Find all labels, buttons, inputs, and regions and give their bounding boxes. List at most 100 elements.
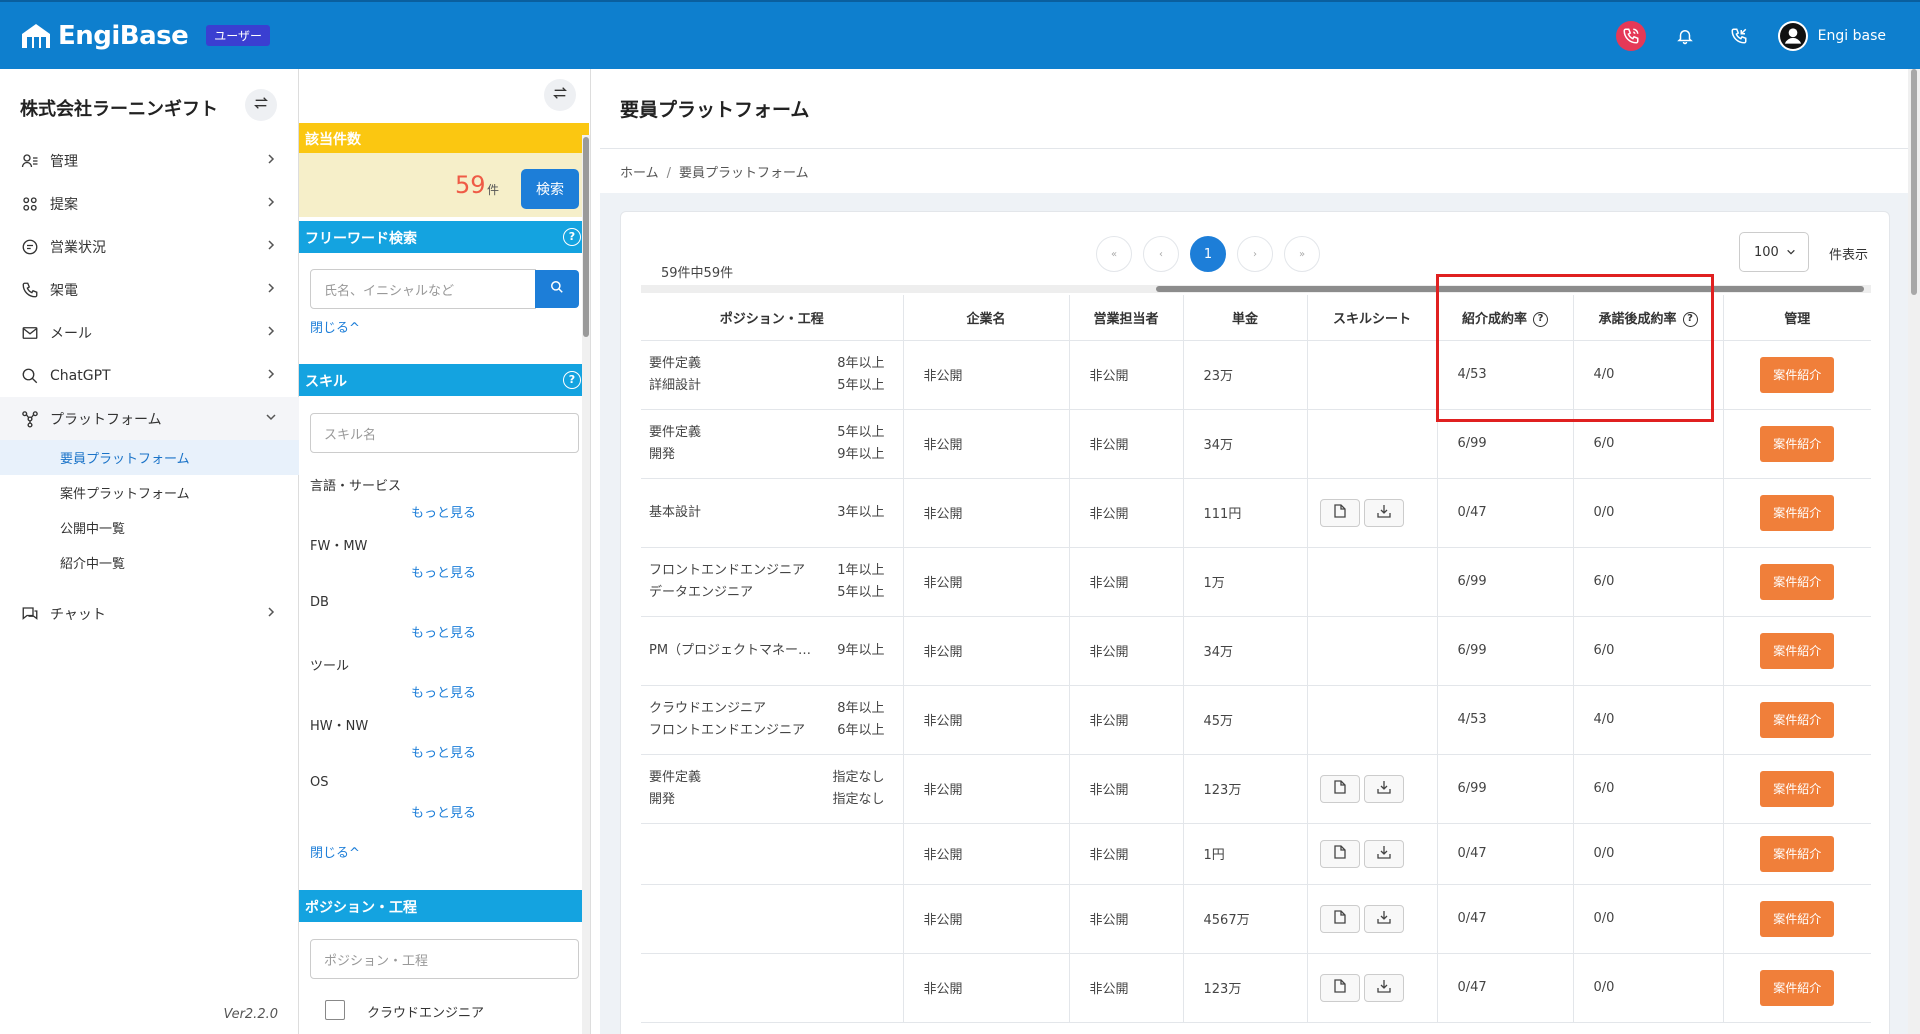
table-row[interactable]: 非公開 非公開 1円 0/47 0/0 案件紹介: [641, 823, 1871, 885]
user-avatar-icon[interactable]: [1777, 20, 1808, 51]
table-row[interactable]: 非公開 非公開 4567万 0/47 0/0 案件紹介: [641, 884, 1871, 954]
page-1-button[interactable]: 1: [1190, 236, 1226, 272]
skill-sheet-download-button[interactable]: [1363, 839, 1404, 868]
skill-sheet-download-button[interactable]: [1363, 904, 1404, 933]
skill-sheet-view-button[interactable]: [1319, 774, 1360, 803]
cell-company: 非公開: [903, 823, 1070, 885]
keyword-input[interactable]: 氏名、イニシャルなど: [310, 269, 536, 309]
download-icon: [1376, 979, 1391, 997]
chevron-right-icon: [265, 196, 277, 212]
position-input[interactable]: ポジション・工程: [310, 939, 579, 979]
cell-accept-rate: 0/0: [1573, 953, 1724, 1023]
count-title: 該当件数: [299, 123, 589, 153]
project-intro-button[interactable]: 案件紹介: [1760, 632, 1835, 669]
sidebar-item-platform[interactable]: プラットフォーム: [0, 397, 299, 440]
keyword-close-link[interactable]: 閉じる^: [310, 317, 360, 336]
more-link[interactable]: もっと見る: [411, 802, 476, 821]
top-header: EngiBase ユーザー Engi base: [0, 0, 1920, 69]
collapse-sidebar-button[interactable]: [245, 89, 277, 121]
page-last-button[interactable]: »: [1284, 236, 1320, 272]
sidebar-sub-introducing-list[interactable]: 紹介中一覧: [0, 545, 299, 580]
cell-skillsheet: [1307, 340, 1438, 410]
skill-section-head: スキル ?: [299, 364, 589, 396]
sidebar-item-chat[interactable]: チャット: [0, 592, 299, 635]
skill-category-label: OS: [310, 775, 329, 790]
pagination: « ‹ 1 › »: [1096, 236, 1320, 272]
cell-company: 非公開: [903, 754, 1070, 824]
position-name: フロントエンドエンジニア: [649, 562, 806, 578]
page-next-button[interactable]: ›: [1237, 236, 1273, 272]
chevron-right-icon: [265, 239, 277, 255]
keyword-section-head: フリーワード検索 ?: [299, 221, 589, 253]
project-intro-button[interactable]: 案件紹介: [1760, 356, 1835, 393]
project-intro-button[interactable]: 案件紹介: [1760, 969, 1835, 1006]
skill-sheet-view-button[interactable]: [1319, 973, 1360, 1002]
table-row[interactable]: 要件定義 指定なし 開発 指定なし 非公開 非公開 123万 6/99 6/0 案件紹介: [641, 754, 1871, 824]
page-scrollbar[interactable]: [1908, 69, 1920, 1034]
project-intro-button[interactable]: 案件紹介: [1760, 900, 1835, 937]
position-checkbox[interactable]: [325, 1000, 345, 1020]
breadcrumb-current: 要員プラットフォーム: [679, 166, 809, 181]
cell-manage: 案件紹介: [1723, 685, 1871, 755]
mail-icon: [20, 323, 40, 343]
logo[interactable]: EngiBase ユーザー: [20, 21, 271, 51]
bell-icon[interactable]: [1670, 21, 1700, 51]
page-first-button[interactable]: «: [1096, 236, 1132, 272]
more-link[interactable]: もっと見る: [411, 562, 476, 581]
cell-sales: 非公開: [1069, 409, 1184, 479]
more-link[interactable]: もっと見る: [411, 622, 476, 641]
breadcrumb-home[interactable]: ホーム: [620, 166, 659, 181]
skill-close-link[interactable]: 閉じる^: [310, 842, 360, 861]
project-intro-button[interactable]: 案件紹介: [1760, 425, 1835, 462]
sidebar-item-sales-status[interactable]: 営業状況: [0, 225, 299, 268]
more-link[interactable]: もっと見る: [411, 502, 476, 521]
cell-intro-rate: 4/53: [1437, 685, 1574, 755]
sidebar-item-call[interactable]: 架電: [0, 268, 299, 311]
table-row[interactable]: 非公開 非公開 123万 0/47 0/0 案件紹介: [641, 953, 1871, 1023]
chat-icon: [20, 604, 40, 624]
per-page-suffix: 件表示: [1829, 248, 1869, 263]
sidebar-item-manage[interactable]: 管理: [0, 139, 299, 182]
project-intro-button[interactable]: 案件紹介: [1760, 770, 1835, 807]
per-page-select[interactable]: 100: [1739, 232, 1809, 272]
more-link[interactable]: もっと見る: [411, 742, 476, 761]
project-intro-button[interactable]: 案件紹介: [1760, 701, 1835, 738]
skill-sheet-view-button[interactable]: [1319, 498, 1360, 527]
cell-manage: 案件紹介: [1723, 478, 1871, 548]
sidebar-item-proposal[interactable]: 提案: [0, 182, 299, 225]
table-row[interactable]: PM（プロジェクトマネー… 9年以上 非公開 非公開 34万 6/99 6/0 案件紹介: [641, 616, 1871, 686]
sidebar-sub-engineer-platform[interactable]: 要員プラットフォーム: [0, 440, 299, 475]
help-icon[interactable]: ?: [563, 371, 581, 389]
sidebar-item-chatgpt[interactable]: ChatGPT: [0, 354, 299, 397]
skill-sheet-download-button[interactable]: [1363, 774, 1404, 803]
help-icon[interactable]: ?: [563, 228, 581, 246]
project-intro-button[interactable]: 案件紹介: [1760, 835, 1835, 872]
sidebar-sub-project-platform[interactable]: 案件プラットフォーム: [0, 475, 299, 510]
project-intro-button[interactable]: 案件紹介: [1760, 563, 1835, 600]
more-link[interactable]: もっと見る: [411, 682, 476, 701]
sidebar-sub-public-list[interactable]: 公開中一覧: [0, 510, 299, 545]
phone-call-icon[interactable]: [1615, 20, 1646, 51]
skill-sheet-download-button[interactable]: [1363, 973, 1404, 1002]
search-button[interactable]: 検索: [521, 169, 579, 209]
cell-sales: 非公開: [1069, 616, 1184, 686]
table-row[interactable]: フロントエンドエンジニア 1年以上 データエンジニア 5年以上 非公開 非公開 1万 6/99…: [641, 547, 1871, 617]
version-label: Ver2.2.0: [223, 1007, 278, 1022]
document-icon: [1333, 978, 1346, 997]
user-name[interactable]: Engi base: [1818, 28, 1886, 44]
phone-incoming-icon[interactable]: [1724, 21, 1754, 51]
skill-sheet-download-button[interactable]: [1363, 498, 1404, 527]
table-row[interactable]: クラウドエンジニア 8年以上 フロントエンドエンジニア 6年以上 非公開 非公開 45万 4/…: [641, 685, 1871, 755]
filter-scrollbar[interactable]: [582, 135, 590, 1034]
cell-position: 基本設計 3年以上: [641, 478, 904, 548]
collapse-filter-button[interactable]: [544, 79, 576, 111]
table-row[interactable]: 基本設計 3年以上 非公開 非公開 111円 0/47 0/0 案件紹介: [641, 478, 1871, 548]
project-intro-button[interactable]: 案件紹介: [1760, 494, 1835, 531]
skill-section-title: スキル: [305, 374, 347, 390]
skill-sheet-view-button[interactable]: [1319, 904, 1360, 933]
keyword-search-button[interactable]: [535, 270, 579, 308]
page-prev-button[interactable]: ‹: [1143, 236, 1179, 272]
sidebar-item-mail[interactable]: メール: [0, 311, 299, 354]
skill-input[interactable]: スキル名: [310, 413, 579, 453]
skill-sheet-view-button[interactable]: [1319, 839, 1360, 868]
